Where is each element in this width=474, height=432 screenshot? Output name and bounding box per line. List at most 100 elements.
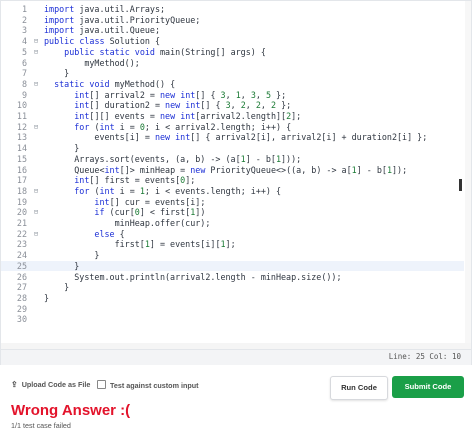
code-text[interactable]: } [44, 293, 49, 304]
code-line[interactable]: 16 Queue<int[]> minHeap = new PriorityQu… [1, 165, 464, 176]
code-text[interactable]: public class Solution { [44, 36, 160, 47]
code-line[interactable]: 4 ⊟ public class Solution { [1, 36, 464, 47]
code-text[interactable]: System.out.println(arrival2.length - min… [44, 272, 341, 283]
code-line[interactable]: 20 ⊟ if (cur[0] < first[1]) [1, 207, 464, 218]
fold-toggle-icon[interactable]: ⊟ [32, 79, 40, 90]
code-text[interactable]: import java.util.Arrays; [44, 4, 165, 15]
run-code-button[interactable]: Run Code [330, 376, 388, 400]
code-line[interactable]: 27 } [1, 282, 464, 293]
code-line[interactable]: 3 import java.util.Queue; [1, 25, 464, 36]
code-text[interactable]: first[1] = events[i][1]; [44, 239, 236, 250]
code-text[interactable]: int[] duration2 = new int[] { 3, 2, 2, 2… [44, 100, 291, 111]
code-text[interactable]: int[] arrival2 = new int[] { 3, 1, 3, 5 … [44, 90, 286, 101]
line-number: 18 [16, 185, 27, 196]
line-number: 24 [16, 250, 27, 261]
code-line[interactable]: 19 int[] cur = events[i]; [1, 197, 464, 208]
code-line[interactable]: 21 minHeap.offer(cur); [1, 218, 464, 229]
upload-code-link[interactable]: ⇪ Upload Code as File [11, 380, 90, 389]
code-line[interactable]: 12 ⊟ for (int i = 0; i < arrival2.length;… [1, 122, 464, 133]
vertical-scrollbar-thumb[interactable] [459, 179, 462, 191]
code-line[interactable]: 29 [1, 304, 464, 315]
line-number: 21 [16, 218, 27, 228]
line-number: 7 [21, 68, 27, 79]
line-number: 10 [16, 100, 27, 111]
vertical-scrollbar-track[interactable] [465, 1, 471, 343]
line-number: 23 [16, 239, 27, 250]
code-line[interactable]: 1 import java.util.Arrays; [1, 4, 464, 15]
code-line[interactable]: 15 Arrays.sort(events, (a, b) -> (a[1] -… [1, 154, 464, 165]
code-line[interactable]: 8 ⊟ static void myMethod() { [1, 79, 464, 90]
custom-input-label: Test against custom input [110, 381, 199, 390]
code-text[interactable]: public static void main(String[] args) { [44, 47, 266, 58]
code-line[interactable]: 9 int[] arrival2 = new int[] { 3, 1, 3, … [1, 90, 464, 101]
line-number: 27 [16, 282, 27, 293]
code-text[interactable]: int[][] events = new int[arrival2.length… [44, 111, 301, 122]
line-number: 13 [16, 132, 27, 143]
line-number: 11 [16, 111, 27, 121]
line-number: 28 [16, 292, 27, 303]
code-text[interactable]: events[i] = new int[] { arrival2[i], arr… [44, 132, 427, 143]
code-line[interactable]: 17 int[] first = events[0]; [1, 175, 464, 186]
code-text[interactable]: else { [44, 229, 124, 240]
line-number: 2 [21, 14, 27, 25]
code-line[interactable]: 24 } [1, 250, 464, 261]
code-text[interactable]: for (int i = 1; i < events.length; i++) … [44, 186, 281, 197]
code-line[interactable]: 13 events[i] = new int[] { arrival2[i], … [1, 132, 464, 143]
fold-toggle-icon[interactable]: ⊟ [32, 47, 40, 58]
code-line[interactable]: 26 System.out.println(arrival2.length - … [1, 272, 464, 283]
code-line[interactable]: 28} [1, 293, 464, 304]
line-number: 5 [21, 46, 27, 57]
line-number: 8 [21, 78, 27, 89]
code-line[interactable]: 2 import java.util.PriorityQueue; [1, 15, 464, 26]
code-text[interactable]: } [44, 282, 69, 293]
code-line[interactable]: 30 [1, 314, 464, 325]
fold-toggle-icon[interactable]: ⊟ [32, 207, 40, 218]
line-number: 20 [16, 207, 27, 218]
code-area[interactable]: 1 import java.util.Arrays; 2 import java.ut… [1, 3, 464, 343]
fold-toggle-icon[interactable]: ⊟ [32, 186, 40, 197]
fold-toggle-icon[interactable]: ⊟ [32, 229, 40, 240]
custom-input-checkbox[interactable] [97, 380, 106, 389]
submit-code-button[interactable]: Submit Code [392, 376, 464, 398]
code-line[interactable]: 18 ⊟ for (int i = 1; i < events.length; i… [1, 186, 464, 197]
line-number: 9 [21, 89, 27, 100]
custom-input-toggle[interactable]: Test against custom input [97, 380, 199, 390]
code-line[interactable]: 23 first[1] = events[i][1]; [1, 239, 464, 250]
line-number: 25 [16, 260, 27, 271]
code-line[interactable]: 7 } [1, 68, 464, 79]
line-number: 30 [16, 314, 27, 325]
fold-toggle-icon[interactable]: ⊟ [32, 36, 40, 47]
line-number: 16 [16, 164, 27, 175]
line-number: 6 [21, 57, 27, 68]
code-line[interactable]: 5 ⊟ public static void main(String[] args… [1, 47, 464, 58]
code-editor[interactable]: 1 import java.util.Arrays; 2 import java.ut… [0, 0, 472, 365]
code-line[interactable]: 25 } [1, 260, 464, 272]
line-number: 14 [16, 143, 27, 154]
code-text[interactable]: } [44, 261, 79, 272]
code-line[interactable]: 10 int[] duration2 = new int[] { 3, 2, 2… [1, 100, 464, 111]
upload-label: Upload Code as File [21, 380, 91, 389]
code-text[interactable]: } [44, 250, 99, 261]
code-line[interactable]: 6 myMethod(); [1, 58, 464, 69]
upload-icon: ⇪ [11, 380, 18, 389]
code-text[interactable]: import java.util.Queue; [44, 25, 160, 36]
line-number: 12 [16, 121, 27, 132]
code-text[interactable]: myMethod(); [44, 58, 139, 69]
code-text[interactable]: } [44, 68, 69, 79]
code-text[interactable]: Queue<int[]> minHeap = new PriorityQueue… [44, 165, 407, 176]
code-text[interactable]: if (cur[0] < first[1]) [44, 207, 205, 218]
code-line[interactable]: 22 ⊟ else { [1, 229, 464, 240]
fold-toggle-icon[interactable]: ⊟ [32, 122, 40, 133]
code-text[interactable]: int[] first = events[0]; [44, 175, 195, 186]
code-line[interactable]: 11 int[][] events = new int[arrival2.len… [1, 111, 464, 122]
editor-status-bar: Line: 25 Col: 10 [1, 349, 471, 365]
code-text[interactable]: import java.util.PriorityQueue; [44, 15, 200, 26]
code-text[interactable]: Arrays.sort(events, (a, b) -> (a[1] - b[… [44, 154, 301, 165]
code-text[interactable]: static void myMethod() { [44, 79, 175, 90]
action-bar: ⇪ Upload Code as File Test against custom… [0, 372, 474, 400]
code-line[interactable]: 14 } [1, 143, 464, 154]
code-text[interactable]: int[] cur = events[i]; [44, 197, 205, 208]
code-text[interactable]: for (int i = 0; i < arrival2.length; i++… [44, 122, 291, 133]
code-text[interactable]: minHeap.offer(cur); [44, 218, 211, 229]
code-text[interactable]: } [44, 143, 79, 154]
